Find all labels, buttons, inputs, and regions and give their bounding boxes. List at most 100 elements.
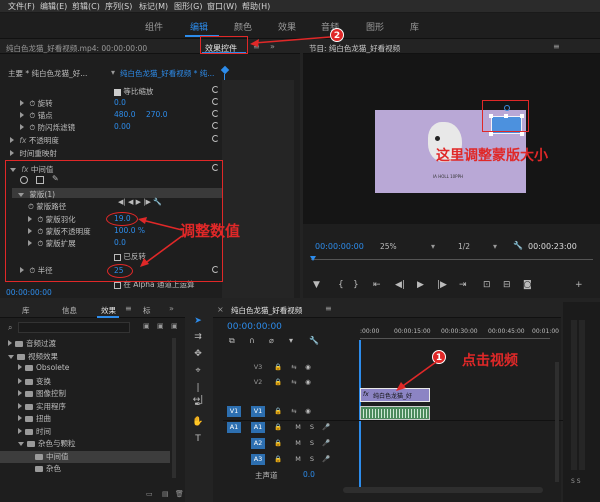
collapse-triangle-icon[interactable] bbox=[20, 124, 24, 130]
collapse-triangle-icon[interactable] bbox=[18, 390, 22, 396]
panel-menu-icon[interactable]: ≡ bbox=[125, 304, 132, 313]
effects-tree-item[interactable]: 扭曲 bbox=[0, 413, 170, 426]
source-tab[interactable]: 纯白色龙猫_好看视频.mp4: 00:00:00:00 bbox=[6, 43, 147, 54]
effects-tree-item[interactable]: Obsolete bbox=[0, 363, 170, 376]
nest-icon[interactable]: ⧉ bbox=[229, 336, 235, 346]
mute-button[interactable]: M bbox=[291, 422, 305, 433]
step-back-icon[interactable]: ◀| bbox=[395, 280, 405, 290]
workspace-assembly[interactable]: 组件 bbox=[145, 20, 163, 33]
go-to-out-icon[interactable]: ⇥ bbox=[459, 280, 467, 290]
workspace-editing[interactable]: 编辑 bbox=[190, 20, 208, 33]
tab-info[interactable]: 信息 bbox=[62, 305, 77, 316]
tab-libraries[interactable]: 库 bbox=[22, 305, 30, 316]
expand-triangle-icon[interactable] bbox=[8, 354, 14, 359]
horizontal-scrollbar[interactable] bbox=[343, 487, 543, 493]
pen-tool-icon[interactable]: ✒ bbox=[192, 399, 204, 411]
slip-tool-icon[interactable]: |↔| bbox=[192, 382, 204, 405]
settings-wrench-icon[interactable]: 🔧 bbox=[513, 241, 523, 250]
resolution-select[interactable]: 1/2 bbox=[458, 242, 470, 251]
play-icon[interactable]: ▶ bbox=[417, 280, 424, 290]
tab-markers[interactable]: 标 bbox=[143, 305, 151, 316]
effect-controls-timecode[interactable]: 00:00:00:00 bbox=[6, 288, 52, 297]
expand-triangle-icon[interactable] bbox=[18, 442, 24, 446]
mute-button[interactable]: M bbox=[291, 454, 305, 465]
solo-button[interactable]: S bbox=[305, 422, 319, 433]
sequence-tab[interactable]: 纯白色龙猫_好看视频 bbox=[231, 305, 302, 316]
delete-icon[interactable]: 🗑 bbox=[175, 490, 184, 498]
accelerated-effects-icon[interactable]: ▣ bbox=[143, 322, 150, 330]
close-icon[interactable]: × bbox=[217, 305, 224, 314]
collapse-triangle-icon[interactable] bbox=[10, 150, 14, 156]
collapse-triangle-icon[interactable] bbox=[20, 100, 24, 106]
dropdown-chevron-icon[interactable]: ▾ bbox=[431, 242, 435, 251]
lock-icon[interactable]: 🔒 bbox=[271, 377, 285, 388]
program-timecode[interactable]: 00:00:00:00 bbox=[315, 242, 364, 251]
mark-out-icon[interactable]: } bbox=[353, 280, 359, 290]
track-a2-label[interactable]: A2 bbox=[251, 438, 265, 449]
new-bin-icon[interactable]: ▭ bbox=[146, 490, 153, 498]
collapse-triangle-icon[interactable] bbox=[18, 377, 22, 384]
audio-clip[interactable] bbox=[360, 406, 430, 420]
collapse-triangle-icon[interactable] bbox=[10, 137, 14, 143]
sync-lock-icon[interactable]: ⇆ bbox=[287, 362, 301, 373]
collapse-triangle-icon[interactable] bbox=[18, 402, 22, 409]
effects-tree-item[interactable]: 时间 bbox=[0, 426, 170, 439]
add-button-icon[interactable]: + bbox=[575, 280, 583, 290]
uniform-scale-checkbox[interactable] bbox=[114, 88, 121, 96]
step-forward-icon[interactable]: |▶ bbox=[437, 280, 447, 290]
new-item-icon[interactable]: ▤ bbox=[162, 490, 169, 498]
type-tool-icon[interactable]: T bbox=[192, 433, 204, 445]
sync-lock-icon[interactable]: ⇆ bbox=[287, 377, 301, 388]
lock-icon[interactable]: 🔒 bbox=[271, 362, 285, 373]
lock-icon[interactable]: 🔒 bbox=[271, 406, 285, 417]
effects-search-input[interactable] bbox=[18, 322, 130, 333]
mask-handle[interactable] bbox=[520, 132, 524, 136]
reset-icon[interactable] bbox=[212, 98, 219, 105]
collapse-triangle-icon[interactable] bbox=[18, 427, 22, 434]
lift-icon[interactable]: ⊡ bbox=[483, 280, 491, 290]
effects-tree-item[interactable]: 音频过渡 bbox=[0, 338, 170, 351]
lock-icon[interactable]: 🔒 bbox=[271, 422, 285, 433]
rotation-value[interactable]: 0.0 bbox=[114, 98, 126, 108]
collapse-triangle-icon[interactable] bbox=[18, 364, 22, 370]
stopwatch-icon[interactable]: ⏱ bbox=[29, 123, 35, 132]
linked-selection-icon[interactable]: ⌀ bbox=[269, 336, 274, 345]
track-v3-label[interactable]: V3 bbox=[251, 362, 265, 373]
sync-lock-icon[interactable]: ⇆ bbox=[287, 406, 301, 417]
panel-menu-icon[interactable]: ≡ bbox=[325, 304, 332, 313]
menu-window[interactable]: 窗口(W) bbox=[207, 1, 237, 12]
anchor-x-value[interactable]: 480.0 bbox=[114, 110, 135, 120]
scrub-bar[interactable] bbox=[311, 259, 593, 260]
expand-panel-icon[interactable]: » bbox=[169, 304, 174, 313]
dropdown-chevron-icon[interactable]: ▾ bbox=[493, 242, 497, 251]
mute-button[interactable]: M bbox=[291, 438, 305, 449]
master-clip-label[interactable]: 主要 * 纯白色龙猫_好... bbox=[8, 68, 87, 79]
go-to-in-icon[interactable]: ⇤ bbox=[373, 280, 381, 290]
reset-icon[interactable] bbox=[212, 110, 219, 117]
antiflicker-value[interactable]: 0.00 bbox=[114, 122, 131, 132]
mark-in-icon[interactable]: { bbox=[338, 280, 344, 290]
keyframe-area[interactable] bbox=[222, 80, 294, 298]
effects-tree-item[interactable]: 实用程序 bbox=[0, 401, 170, 414]
eye-icon[interactable]: ◉ bbox=[301, 377, 315, 388]
add-marker-icon[interactable]: ▼ bbox=[313, 280, 320, 290]
menu-marker[interactable]: 标记(M) bbox=[139, 1, 168, 12]
microphone-icon[interactable]: 🎤 bbox=[319, 438, 333, 449]
eye-icon[interactable]: ◉ bbox=[301, 362, 315, 373]
track-v1-label[interactable]: V1 bbox=[251, 406, 265, 417]
collapse-triangle-icon[interactable] bbox=[20, 112, 24, 118]
collapse-triangle-icon[interactable] bbox=[18, 415, 22, 421]
solo-button[interactable]: S S bbox=[571, 478, 581, 485]
stopwatch-icon[interactable]: ⏱ bbox=[29, 99, 35, 108]
track-select-tool-icon[interactable]: ⇉ bbox=[192, 331, 204, 343]
export-frame-icon[interactable]: ◙ bbox=[523, 280, 532, 290]
add-marker-icon[interactable]: ▾ bbox=[289, 336, 293, 345]
menu-graphics[interactable]: 图形(G) bbox=[174, 1, 202, 12]
sequence-clip-label[interactable]: 纯白色龙猫_好看视频 * 纯... bbox=[120, 68, 214, 79]
stopwatch-icon[interactable]: ⏱ bbox=[29, 111, 35, 120]
yuv-effects-icon[interactable]: ▣ bbox=[171, 322, 178, 330]
effects-tree-item[interactable]: 杂色 bbox=[0, 463, 170, 476]
eye-icon[interactable]: ◉ bbox=[301, 406, 315, 417]
time-ruler[interactable]: :00:00 00:00:15:00 00:00:30:00 00:00:45:… bbox=[360, 322, 559, 344]
panel-menu-icon[interactable]: ≡ bbox=[553, 42, 560, 51]
